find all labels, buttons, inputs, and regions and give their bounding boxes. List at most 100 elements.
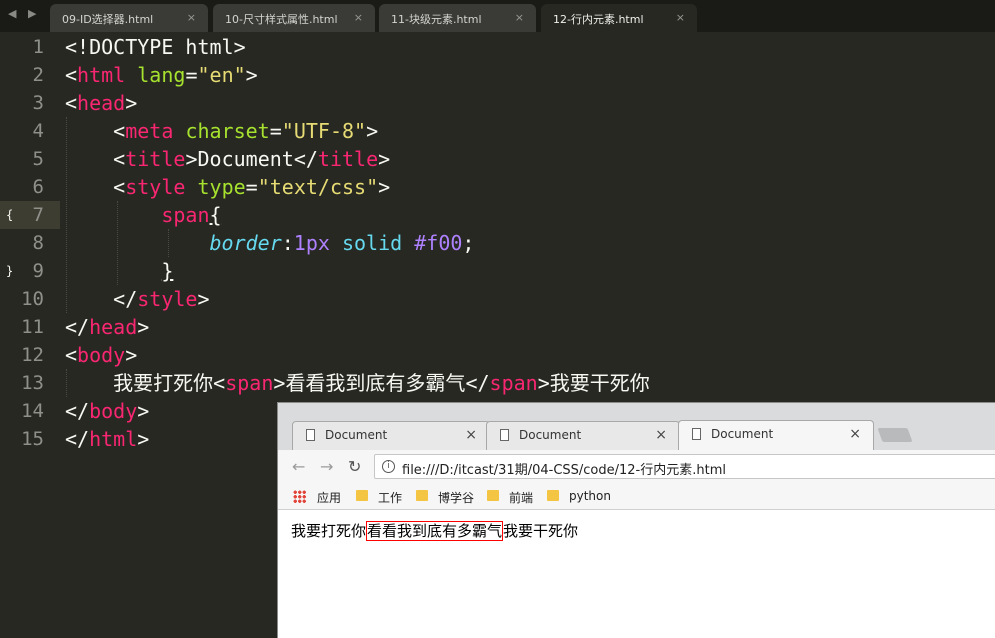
address-bar[interactable]: i file:///D:/itcast/31期/04-CSS/code/12-行… [374, 454, 995, 479]
info-icon[interactable]: i [382, 460, 395, 473]
attribute-name: charset [185, 119, 270, 143]
editor-tab-1[interactable]: 09-ID选择器.html × [50, 4, 208, 32]
css-color: #f00 [414, 231, 463, 255]
close-icon[interactable]: × [187, 11, 196, 24]
code-line: 5 <title>Document</title> [0, 145, 995, 173]
rendered-page-text: 我要打死你看看我到底有多霸气我要干死你 [291, 520, 578, 541]
code-line: } 9 } [0, 257, 995, 285]
code-text: border:1px solid #f00; [209, 231, 475, 255]
code-text: <style type="text/css"> [65, 175, 391, 199]
line-number: 2 [32, 64, 44, 86]
line-number: 1 [32, 36, 44, 58]
code-text: <body> [65, 343, 138, 367]
code-line: 10 </style> [0, 285, 995, 313]
document-icon [692, 428, 701, 440]
code-text: <head> [65, 91, 138, 115]
line-number: 10 [21, 288, 44, 310]
tag-name: body [77, 343, 126, 367]
code-line: 4 <meta charset="UTF-8"> [0, 117, 995, 145]
browser-window: Document × Document × Document × ← → ↻ i… [277, 402, 995, 638]
code-line: 3 <head> [0, 89, 995, 117]
bookmark-folder-work[interactable]: 工作 [378, 489, 402, 506]
code-text: } [65, 257, 173, 285]
line-number: 4 [32, 120, 44, 142]
code-line: 12 <body> [0, 341, 995, 369]
code-text: <title>Document</title> [65, 147, 391, 171]
code-text: </body> [65, 399, 150, 423]
folder-icon [547, 490, 559, 501]
editor-tab-bar: ◀ ▶ 09-ID选择器.html × 10-尺寸样式属性.html × 11-… [0, 0, 995, 32]
css-property: border [209, 231, 282, 255]
browser-tab-2[interactable]: Document × [486, 421, 680, 450]
tag-name: title [317, 147, 379, 171]
attribute-name: type [197, 175, 246, 199]
bordered-span: 看看我到底有多霸气 [366, 521, 504, 541]
editor-tab-2[interactable]: 10-尺寸样式属性.html × [213, 4, 375, 32]
code-line: 1 <!DOCTYPE html> [0, 33, 995, 61]
line-number: 3 [32, 92, 44, 114]
tag-name: style [137, 287, 198, 311]
line-number: 13 [21, 372, 44, 394]
folder-icon [487, 490, 499, 501]
tag-name: title [125, 147, 186, 171]
editor-tab-label: 11-块级元素.html [391, 13, 482, 26]
text-after-span: 我要干死你 [503, 522, 579, 540]
browser-tab-1[interactable]: Document × [292, 421, 490, 450]
close-icon[interactable]: × [655, 427, 667, 443]
line-number: 6 [32, 176, 44, 198]
code-line: 2 <html lang="en"> [0, 61, 995, 89]
new-tab-button[interactable] [877, 428, 913, 442]
bookmark-folder-boxuegu[interactable]: 博学谷 [438, 489, 474, 506]
close-icon[interactable]: × [465, 427, 477, 443]
editor-tab-label: 12-行内元素.html [553, 13, 644, 26]
code-text: <!DOCTYPE html> [65, 35, 246, 59]
code-text: </head> [65, 315, 150, 339]
bookmark-folder-python[interactable]: python [569, 489, 611, 503]
tag-name: head [77, 91, 126, 115]
text-node: 我要干死你 [549, 371, 650, 395]
browser-tab-3-active[interactable]: Document × [678, 420, 874, 451]
string-value: "UTF-8" [281, 119, 367, 143]
code-text: </style> [65, 287, 210, 311]
close-icon[interactable]: × [354, 11, 363, 24]
text-node: Document [197, 147, 294, 171]
browser-tab-label: Document [325, 428, 388, 442]
folder-icon [356, 490, 368, 501]
editor-tab-4-active[interactable]: 12-行内元素.html × [541, 4, 697, 32]
tag-name: style [125, 175, 186, 199]
string-value: "en" [197, 63, 246, 87]
close-icon[interactable]: × [515, 11, 524, 24]
code-text: 我要打死你<span>看看我到底有多霸气</span>我要干死你 [113, 371, 650, 395]
back-arrow-icon[interactable]: ← [292, 457, 305, 476]
brace: } [161, 259, 174, 283]
code-line: 6 <style type="text/css"> [0, 173, 995, 201]
tag-name: html [77, 63, 126, 87]
forward-arrow-icon[interactable]: → [320, 457, 333, 476]
brace: { [209, 203, 222, 227]
bookmark-folder-frontend[interactable]: 前端 [509, 489, 533, 506]
css-keyword: solid [341, 231, 403, 255]
browser-tab-strip: Document × Document × Document × [278, 403, 995, 451]
semicolon: ; [462, 231, 475, 255]
bookmark-apps[interactable]: 应用 [317, 489, 341, 506]
url-text[interactable]: file:///D:/itcast/31期/04-CSS/code/12-行内元… [402, 459, 726, 478]
line-number: 8 [32, 232, 44, 254]
editor-tab-3[interactable]: 11-块级元素.html × [379, 4, 536, 32]
line-number: 9 [32, 260, 44, 282]
editor-tab-label: 09-ID选择器.html [62, 13, 154, 26]
string-value: "text/css" [257, 175, 379, 199]
apps-grid-icon[interactable] [293, 490, 306, 503]
line-number: 5 [32, 148, 44, 170]
reload-icon[interactable]: ↻ [348, 457, 361, 476]
text-node: 看看我到底有多霸气 [285, 371, 466, 395]
code-line: 13 我要打死你<span>看看我到底有多霸气</span>我要干死你 [0, 369, 995, 397]
css-number: 1px [293, 231, 330, 255]
tag-name: span [225, 371, 274, 395]
close-icon[interactable]: × [676, 11, 685, 24]
code-line: { 7 span{ [0, 201, 995, 229]
tag-name: head [89, 315, 138, 339]
tab-scroll-arrows[interactable]: ◀ ▶ [8, 7, 40, 20]
tag-name: span [489, 371, 538, 395]
close-icon[interactable]: × [849, 426, 861, 442]
line-number: 7 [32, 204, 44, 226]
